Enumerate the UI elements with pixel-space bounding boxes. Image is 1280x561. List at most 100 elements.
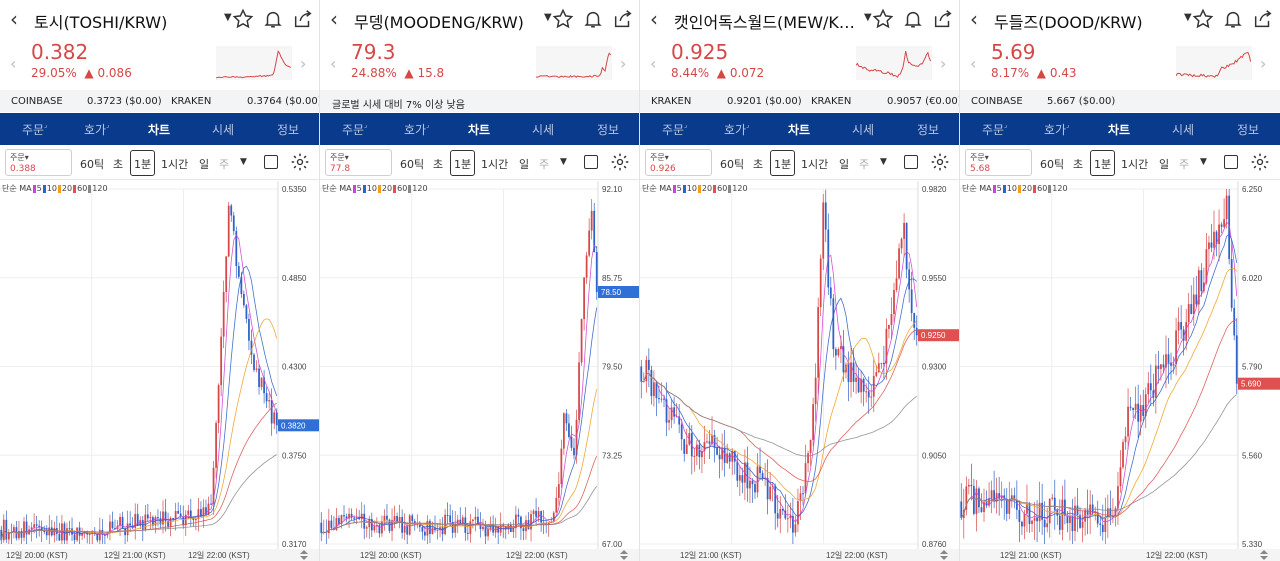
tab-2[interactable]: 차트 xyxy=(788,121,810,138)
gear-icon[interactable] xyxy=(1250,152,1270,172)
caret-down-icon[interactable]: ▼ xyxy=(224,12,232,23)
order-box[interactable]: 주문▾ 0.388 xyxy=(5,149,72,176)
interval-second[interactable]: 초 xyxy=(113,156,123,172)
tab-2[interactable]: 차트 xyxy=(148,121,170,138)
interval-1hour[interactable]: 1시간 xyxy=(1121,156,1148,172)
chart-controls: 주문▾ 0.926 60틱 초 1분 1시간 일 주 ▼ xyxy=(640,146,959,180)
back-icon[interactable]: ‹ xyxy=(10,8,18,30)
next-coin-icon[interactable]: › xyxy=(1260,54,1266,73)
gear-icon[interactable] xyxy=(290,152,310,172)
interval-1hour[interactable]: 1시간 xyxy=(801,156,828,172)
gear-icon[interactable] xyxy=(930,152,950,172)
price-chart[interactable]: 0.9820 0.9550 0.9300 0.9050 0.8760 0.9250 12일 … xyxy=(640,181,960,561)
tab-0[interactable]: 주문⌟ xyxy=(982,121,1007,138)
back-icon[interactable]: ‹ xyxy=(970,8,978,30)
price-chart[interactable]: 0.5350 0.4850 0.4300 0.3750 0.3170 0.3820 12일 … xyxy=(0,181,320,561)
star-icon[interactable] xyxy=(872,8,894,30)
next-coin-icon[interactable]: › xyxy=(300,54,306,73)
interval-week[interactable]: 주 xyxy=(539,156,549,172)
prev-coin-icon[interactable]: ‹ xyxy=(10,54,16,73)
tab-2[interactable]: 차트 xyxy=(468,121,490,138)
tab-4[interactable]: 정보 xyxy=(277,121,299,138)
interval-1min[interactable]: 1분 xyxy=(454,156,471,172)
tab-4[interactable]: 정보 xyxy=(917,121,939,138)
interval-1min[interactable]: 1분 xyxy=(1094,156,1111,172)
order-box[interactable]: 주문▾ 77.8 xyxy=(325,149,392,176)
caret-down-icon[interactable]: ▼ xyxy=(864,12,872,23)
tab-4[interactable]: 정보 xyxy=(597,121,619,138)
next-coin-icon[interactable]: › xyxy=(940,54,946,73)
share-icon[interactable] xyxy=(292,8,314,30)
bell-icon[interactable] xyxy=(902,8,924,30)
star-icon[interactable] xyxy=(552,8,574,30)
checkbox[interactable] xyxy=(264,155,278,169)
coin-title[interactable]: 토시(TOSHI/KRW) xyxy=(34,9,224,33)
interval-60tick[interactable]: 60틱 xyxy=(400,156,424,172)
tab-3[interactable]: 시세 xyxy=(212,121,234,138)
tab-1[interactable]: 호가⌟ xyxy=(724,121,749,138)
interval-day[interactable]: 일 xyxy=(519,156,529,172)
interval-60tick[interactable]: 60틱 xyxy=(80,156,104,172)
interval-dropdown-icon[interactable]: ▼ xyxy=(240,157,247,167)
ma-swatch xyxy=(408,184,412,193)
coin-title[interactable]: 캣인어독스월드(MEW/KRW) xyxy=(674,9,864,33)
coin-title[interactable]: 두들즈(DOOD/KRW) xyxy=(994,9,1184,33)
prev-coin-icon[interactable]: ‹ xyxy=(970,54,976,73)
order-box[interactable]: 주문▾ 5.68 xyxy=(965,149,1032,176)
interval-1min[interactable]: 1분 xyxy=(774,156,791,172)
prev-coin-icon[interactable]: ‹ xyxy=(650,54,656,73)
share-icon[interactable] xyxy=(612,8,634,30)
tab-3[interactable]: 시세 xyxy=(852,121,874,138)
interval-week[interactable]: 주 xyxy=(859,156,869,172)
ma-line xyxy=(641,278,917,517)
bell-icon[interactable] xyxy=(1222,8,1244,30)
bell-icon[interactable] xyxy=(582,8,604,30)
tab-0[interactable]: 주문⌟ xyxy=(22,121,47,138)
interval-dropdown-icon[interactable]: ▼ xyxy=(560,157,567,167)
tab-4[interactable]: 정보 xyxy=(1237,121,1259,138)
interval-1min[interactable]: 1분 xyxy=(134,156,151,172)
tab-1[interactable]: 호가⌟ xyxy=(84,121,109,138)
interval-1hour[interactable]: 1시간 xyxy=(481,156,508,172)
candle xyxy=(365,527,368,529)
tab-3[interactable]: 시세 xyxy=(532,121,554,138)
interval-second[interactable]: 초 xyxy=(753,156,763,172)
interval-week[interactable]: 주 xyxy=(1179,156,1189,172)
back-icon[interactable]: ‹ xyxy=(330,8,338,30)
interval-day[interactable]: 일 xyxy=(1159,156,1169,172)
next-coin-icon[interactable]: › xyxy=(620,54,626,73)
tab-1[interactable]: 호가⌟ xyxy=(404,121,429,138)
tab-0[interactable]: 주문⌟ xyxy=(342,121,367,138)
star-icon[interactable] xyxy=(232,8,254,30)
interval-week[interactable]: 주 xyxy=(219,156,229,172)
bell-icon[interactable] xyxy=(262,8,284,30)
checkbox[interactable] xyxy=(904,155,918,169)
prev-coin-icon[interactable]: ‹ xyxy=(330,54,336,73)
caret-down-icon[interactable]: ▼ xyxy=(1184,12,1192,23)
price-chart[interactable]: 92.10 85.75 79.50 73.25 67.00 78.50 12일 20:00 … xyxy=(320,181,640,561)
interval-60tick[interactable]: 60틱 xyxy=(1040,156,1064,172)
gear-icon[interactable] xyxy=(610,152,630,172)
star-icon[interactable] xyxy=(1192,8,1214,30)
coin-title[interactable]: 무뎅(MOODENG/KRW) xyxy=(354,9,544,33)
interval-dropdown-icon[interactable]: ▼ xyxy=(1200,157,1207,167)
share-icon[interactable] xyxy=(932,8,954,30)
interval-second[interactable]: 초 xyxy=(433,156,443,172)
order-box[interactable]: 주문▾ 0.926 xyxy=(645,149,712,176)
share-icon[interactable] xyxy=(1252,8,1274,30)
tab-0[interactable]: 주문⌟ xyxy=(662,121,687,138)
interval-day[interactable]: 일 xyxy=(839,156,849,172)
price-chart[interactable]: 6.250 6.020 5.790 5.560 5.330 5.690 12일 21:00 … xyxy=(960,181,1280,561)
caret-down-icon[interactable]: ▼ xyxy=(544,12,552,23)
tab-2[interactable]: 차트 xyxy=(1108,121,1130,138)
back-icon[interactable]: ‹ xyxy=(650,8,658,30)
tab-3[interactable]: 시세 xyxy=(1172,121,1194,138)
checkbox[interactable] xyxy=(584,155,598,169)
checkbox[interactable] xyxy=(1224,155,1238,169)
interval-60tick[interactable]: 60틱 xyxy=(720,156,744,172)
interval-second[interactable]: 초 xyxy=(1073,156,1083,172)
interval-dropdown-icon[interactable]: ▼ xyxy=(880,157,887,167)
tab-1[interactable]: 호가⌟ xyxy=(1044,121,1069,138)
interval-day[interactable]: 일 xyxy=(199,156,209,172)
interval-1hour[interactable]: 1시간 xyxy=(161,156,188,172)
